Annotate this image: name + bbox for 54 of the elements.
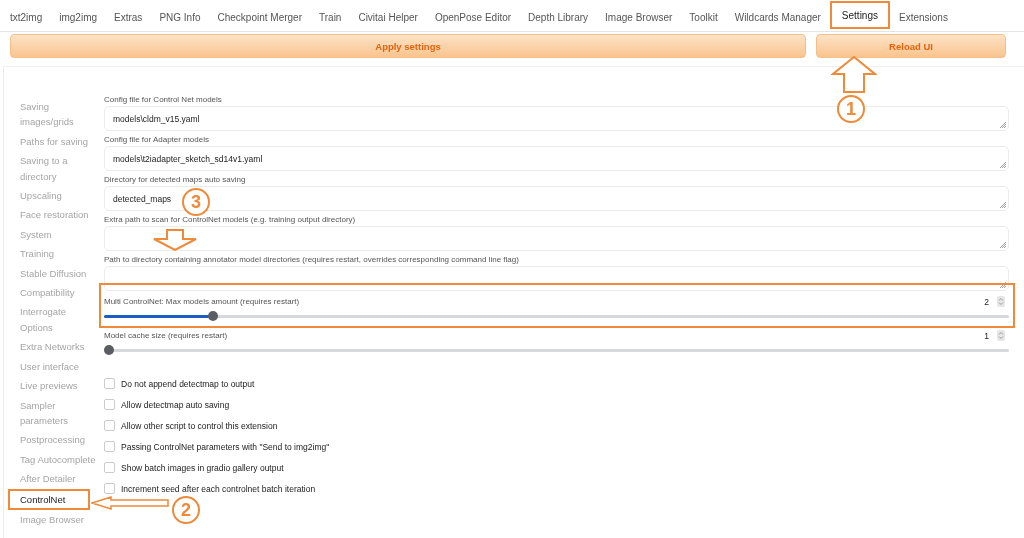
tab[interactable]: Extras [106,2,151,31]
field-label: Extra path to scan for ControlNet models (e.g. training output directory) [104,214,357,226]
checkbox[interactable] [104,483,115,494]
checkbox-label: Passing ControlNet parameters with "Send to img2img" [121,441,330,452]
checkbox-label: Allow other script to control this extension [121,420,278,431]
text-field[interactable] [104,226,1009,251]
field-label: Config file for Control Net models [104,94,223,106]
field-label: Path to directory containing annotator model directories (requires restart, overrides corresponding command line flag) [104,254,520,266]
left-arrow-icon [91,496,169,510]
resize-grip-icon[interactable] [999,161,1006,168]
tab[interactable]: OpenPose Editor [426,2,520,31]
field-label: Config file for Adapter models [104,134,210,146]
slider-label: Model cache size (requires restart) [104,330,228,342]
checkbox-label: Allow detectmap auto saving [121,399,230,410]
tab[interactable]: Extensions [891,2,956,31]
checkbox[interactable] [104,378,115,389]
checkbox[interactable] [104,441,115,452]
checkbox-label: Do not append detectmap to output [121,378,255,389]
checkbox[interactable] [104,420,115,431]
tab[interactable]: img2img [51,2,106,31]
resize-grip-icon[interactable] [999,201,1006,208]
sidebar-item[interactable]: ControlNet [8,488,90,510]
number-field[interactable]: 1 [959,328,1009,343]
spinner-icon[interactable] [997,296,1005,307]
up-arrow-icon [831,56,877,93]
slider-label: Multi ControlNet: Max models amount (requires restart) [104,296,300,308]
text-field[interactable] [104,266,1009,291]
resize-grip-icon[interactable] [999,241,1006,248]
slider[interactable] [104,311,1009,321]
down-arrow-icon [152,229,198,251]
tab[interactable]: Civitai Helper [350,2,426,31]
tab[interactable]: Train [311,2,350,31]
field-label: Directory for detected maps auto saving [104,174,247,186]
tab[interactable]: Depth Library [520,2,597,31]
text-field[interactable]: models\t2iadapter_sketch_sd14v1.yaml [104,146,1009,171]
tab[interactable]: PNG Info [151,2,209,31]
spinner-icon[interactable] [997,330,1005,341]
tab[interactable]: Settings [829,1,890,29]
step-number: 1 [837,95,865,123]
resize-grip-icon[interactable] [999,281,1006,288]
slider[interactable] [104,345,1009,355]
checkbox-label: Increment seed after each controlnet batch iteration [121,483,316,494]
step-number: 2 [172,496,200,524]
resize-grip-icon[interactable] [999,121,1006,128]
step-number: 3 [182,188,210,216]
tab[interactable]: Wildcards Manager [726,2,829,31]
tab[interactable]: Toolkit [681,2,726,31]
number-field[interactable]: 2 [959,294,1009,309]
tab[interactable]: Image Browser [597,2,681,31]
checkbox[interactable] [104,462,115,473]
checkbox-label: Show batch images in gradio gallery output [121,462,284,473]
checkbox[interactable] [104,399,115,410]
tab[interactable]: txt2img [2,2,51,31]
tab[interactable]: Checkpoint Merger [209,2,310,31]
